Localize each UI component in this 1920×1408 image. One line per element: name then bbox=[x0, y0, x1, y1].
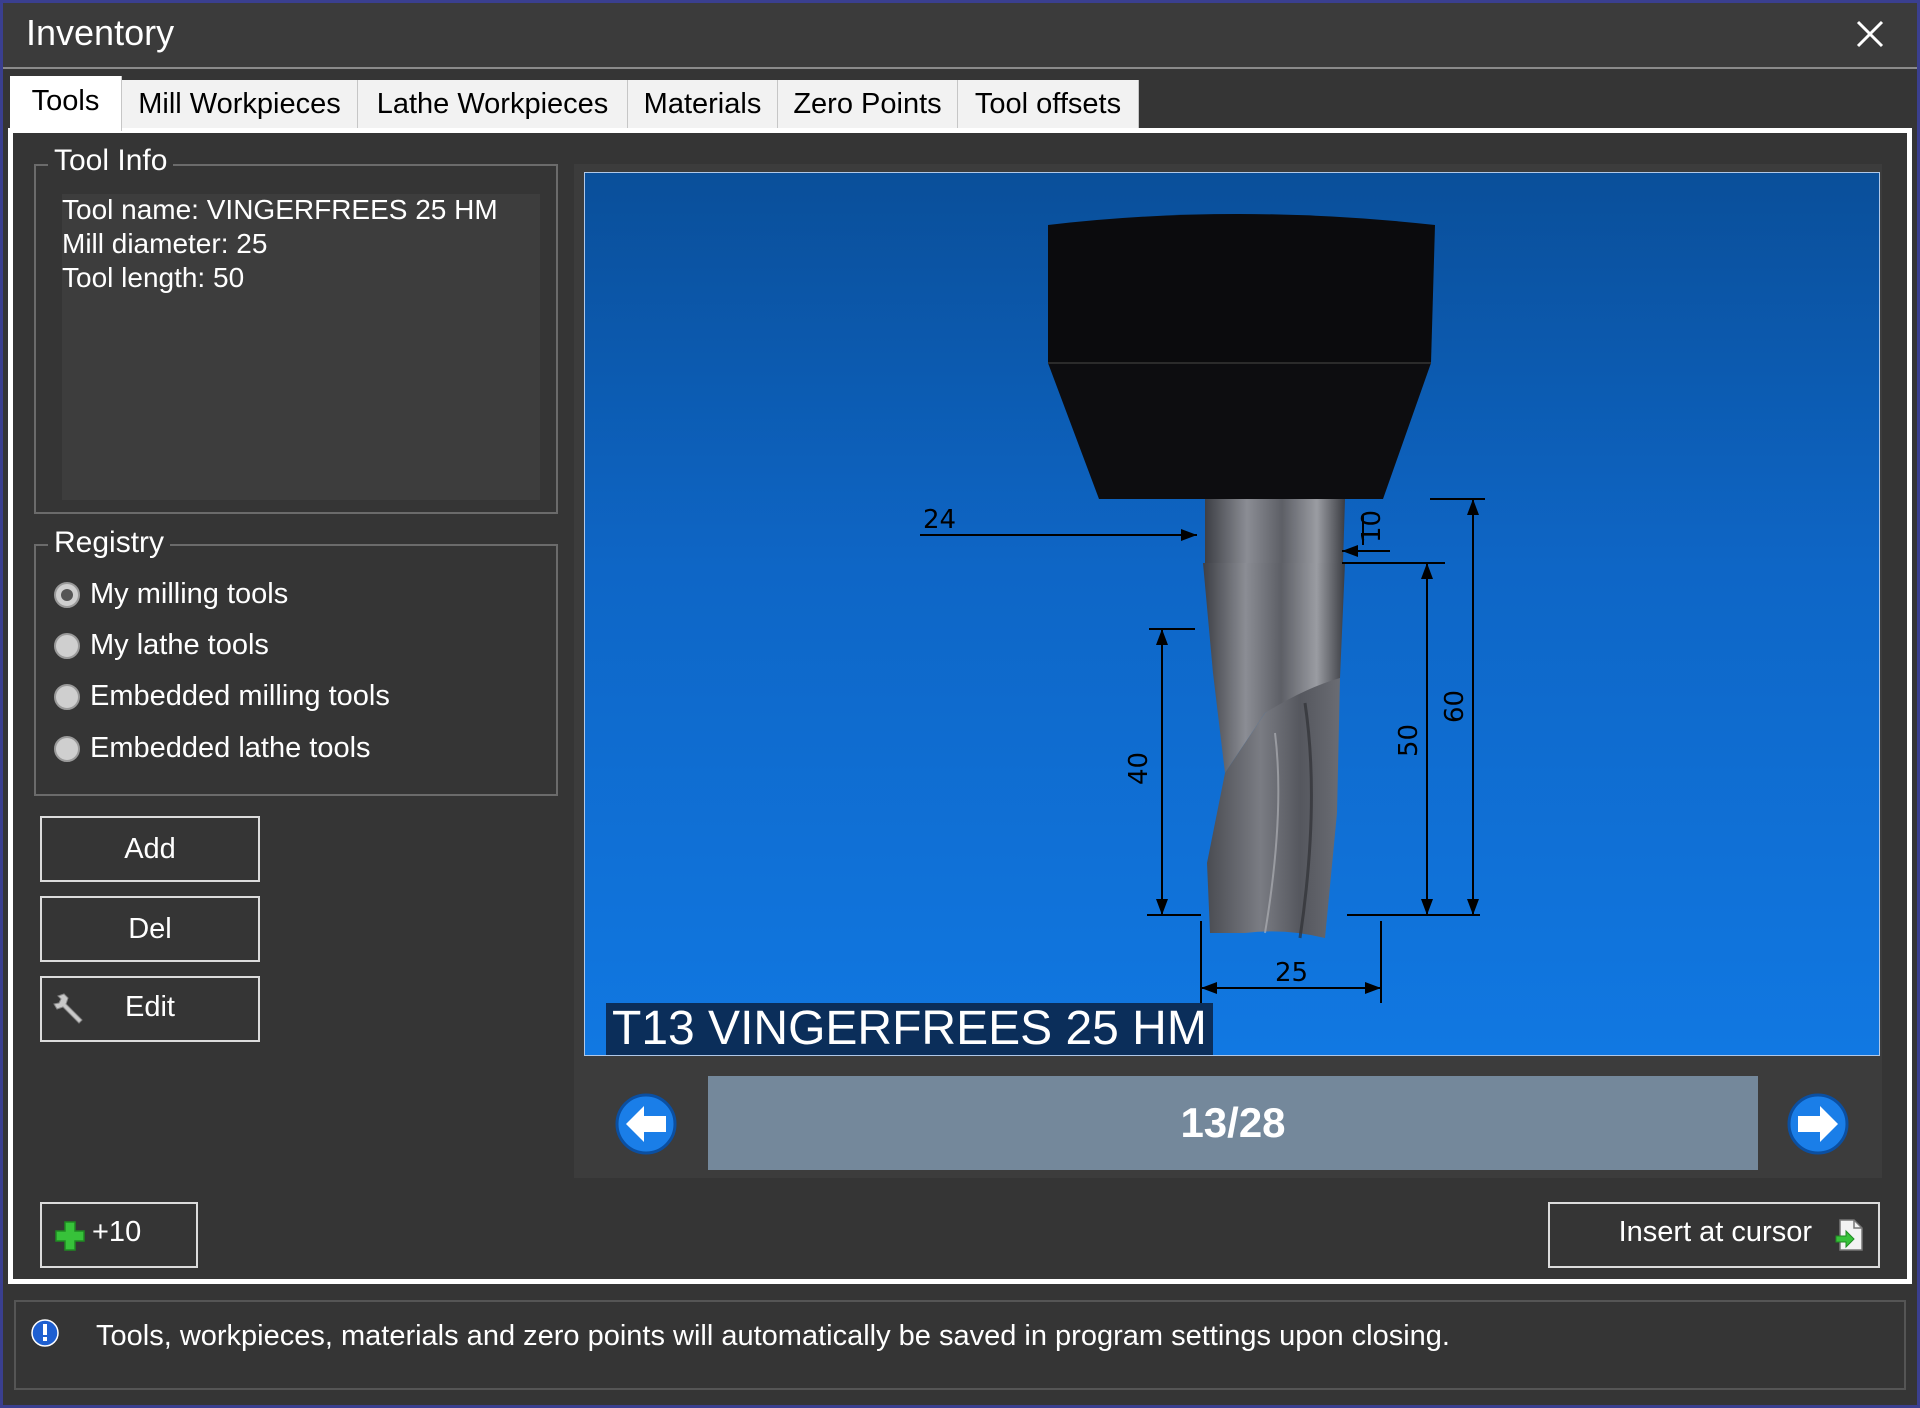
dimension-24-label: 24 bbox=[923, 505, 956, 535]
tool-drawing: 24 10 40 50 60 25 bbox=[920, 214, 1485, 1003]
dimension-60-label: 60 bbox=[1440, 690, 1470, 723]
dimension-10-label: 10 bbox=[1357, 510, 1387, 543]
info-icon bbox=[31, 1319, 59, 1347]
radio-label-my-milling-tools[interactable]: My milling tools bbox=[90, 578, 288, 611]
radio-embedded-milling-tools[interactable] bbox=[54, 684, 80, 710]
tab-lathe-workpieces[interactable]: Lathe Workpieces bbox=[358, 80, 628, 128]
tool-preview: 24 10 40 50 60 25 bbox=[584, 172, 1880, 1056]
tool-caption: T13 VINGERFREES 25 HM bbox=[606, 1003, 1213, 1055]
tool-length-line: Tool length: 50 bbox=[62, 262, 245, 293]
tool-name-line: Tool name: VINGERFREES 25 HM bbox=[62, 194, 498, 225]
arrow-right-icon[interactable] bbox=[1786, 1092, 1850, 1156]
edit-button-label: Edit bbox=[125, 991, 175, 1023]
insert-at-cursor-label: Insert at cursor bbox=[1618, 1216, 1812, 1248]
registry-legend: Registry bbox=[48, 526, 171, 560]
del-button[interactable]: Del bbox=[40, 896, 260, 962]
insert-document-icon bbox=[1835, 1219, 1863, 1251]
radio-label-my-lathe-tools[interactable]: My lathe tools bbox=[90, 629, 269, 662]
dimension-25-label: 25 bbox=[1275, 958, 1308, 988]
radio-label-embedded-milling-tools[interactable]: Embedded milling tools bbox=[90, 680, 390, 713]
radio-embedded-lathe-tools[interactable] bbox=[54, 736, 80, 762]
tab-mill-workpieces[interactable]: Mill Workpieces bbox=[122, 80, 358, 128]
dimension-50-label: 50 bbox=[1394, 724, 1424, 757]
tab-zero-points[interactable]: Zero Points bbox=[778, 80, 958, 128]
dimension-40-label: 40 bbox=[1124, 752, 1154, 785]
tab-tools[interactable]: Tools bbox=[10, 76, 122, 131]
arrow-left-icon[interactable] bbox=[614, 1092, 678, 1156]
pager-position: 13/28 bbox=[1180, 1099, 1286, 1146]
radio-my-milling-tools[interactable] bbox=[54, 582, 80, 608]
window-title: Inventory bbox=[26, 12, 175, 53]
plus-ten-label: +10 bbox=[92, 1216, 142, 1248]
title-bar bbox=[3, 3, 1917, 69]
radio-my-lathe-tools[interactable] bbox=[54, 633, 80, 659]
tab-materials[interactable]: Materials bbox=[628, 80, 778, 128]
wrench-icon bbox=[53, 993, 83, 1024]
mill-diameter-line: Mill diameter: 25 bbox=[62, 228, 268, 259]
close-icon[interactable] bbox=[1848, 12, 1892, 56]
add-button[interactable]: Add bbox=[40, 816, 260, 882]
radio-label-embedded-lathe-tools[interactable]: Embedded lathe tools bbox=[90, 732, 371, 765]
tool-info-legend: Tool Info bbox=[48, 144, 174, 178]
plus-icon bbox=[55, 1221, 85, 1251]
tab-tool-offsets[interactable]: Tool offsets bbox=[958, 80, 1139, 128]
status-message: Tools, workpieces, materials and zero po… bbox=[96, 1320, 1450, 1352]
